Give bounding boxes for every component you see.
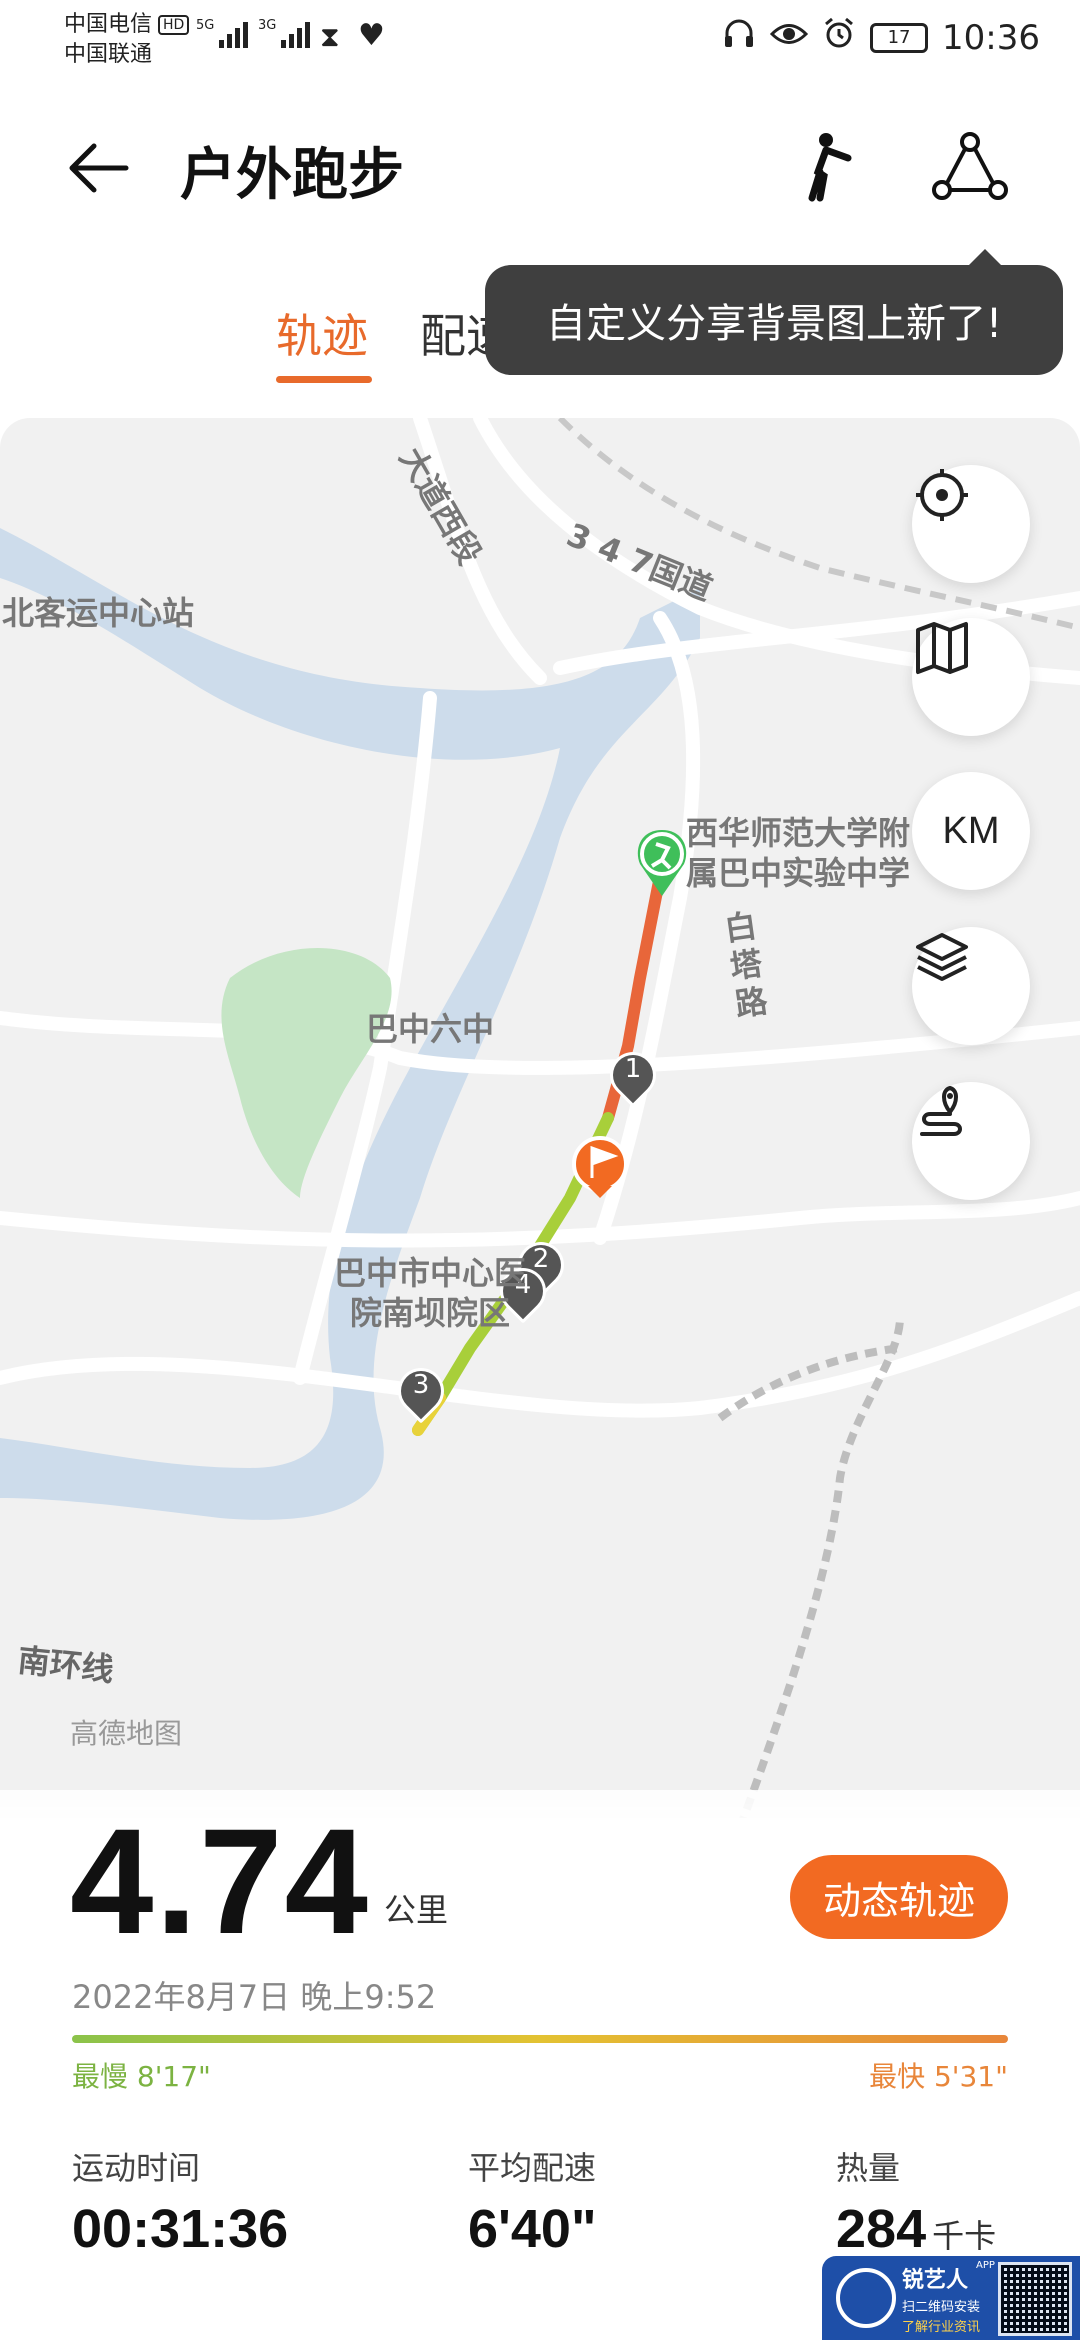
back-button[interactable] [64,138,144,198]
tab-active-indicator [276,376,372,383]
fastest-pace: 最快 5'31" [869,2060,1008,2093]
calories-label: 热量 [836,2149,901,2187]
signal-5g-icon: 5G [196,18,249,48]
headphone-icon [722,16,756,59]
route-button[interactable] [912,1082,1030,1200]
locate-button[interactable] [912,465,1030,583]
status-bar: 中国电信 HD 中国联通 5G 3G ⧗ ♥ 17 10:36 [0,0,1080,90]
hourglass-icon: ⧗ [320,20,340,53]
runner-pose-icon [808,133,852,202]
watermark-line2: 了解行业资讯 [902,2320,981,2335]
share-button[interactable] [930,128,1010,208]
clock: 10:36 [942,17,1040,58]
share-icon [932,132,1008,200]
new-feature-tooltip[interactable]: 自定义分享背景图上新了! [485,249,1063,375]
duration-value: 00:31:36 [72,2198,288,2260]
pace-gradient-bar [72,2035,1008,2043]
map-view[interactable]: 1 2 4 3 大道西段 3 4 7国道 北客运中心站 西华师范大学附 属巴中实… [0,418,1080,1818]
watermark-badge[interactable]: 锐艺人 APP 扫二维码安装 了解行业资讯 [822,2256,1080,2340]
qr-code-icon [998,2262,1072,2336]
km-button[interactable]: KM [912,772,1030,890]
map-label-nanhuan: 南环线 [16,1641,116,1689]
carrier-1: 中国电信 [64,12,153,37]
map-type-button[interactable] [912,618,1030,736]
tab-track[interactable]: 轨迹 [276,300,368,366]
map-icon [916,622,968,674]
page-title: 户外跑步 [180,143,404,208]
slowest-pace: 最慢 8'17" [72,2060,211,2093]
carrier-2: 中国联通 [64,42,153,67]
dynamic-track-button[interactable]: 动态轨迹 [790,1855,1008,1939]
map-label-hospital-2: 院南坝院区 [350,1294,511,1332]
arrow-left-icon [69,143,129,193]
avg-pace-label: 平均配速 [468,2149,597,2187]
status-right: 17 10:36 [722,16,1040,59]
map-provider-label: 高德地图 [70,1717,183,1750]
alarm-icon [822,16,856,59]
km-marker-1-label: 1 [624,1054,642,1084]
duration-label: 运动时间 [72,2149,201,2187]
km-marker-3-label: 3 [412,1370,430,1400]
pose-button[interactable] [790,128,870,208]
app-header: 户外跑步 [0,100,1080,230]
watermark-line1: 扫二维码安装 [902,2300,981,2315]
workout-datetime: 2022年8月7日 晚上9:52 [72,1978,437,2016]
map-label-bazhong6: 巴中六中 [366,1010,495,1048]
avg-pace-number: 6'40" [468,2199,597,2259]
battery-icon: 17 [870,22,929,53]
carrier-info: 中国电信 HD 中国联通 [64,10,190,70]
hd-badge: HD [158,15,190,35]
duration-number: 00:31:36 [72,2199,289,2259]
distance-value: 4.74 [70,1797,370,1965]
map-label-station: 北客运中心站 [2,594,195,632]
distance-unit: 公里 [384,1891,449,1929]
watermark-name: 锐艺人 [902,2268,969,2293]
signal-3g-icon: 3G [258,18,311,48]
network-3g-label: 3G [258,18,277,33]
eye-icon [769,18,809,58]
watermark-logo-icon [836,2268,896,2328]
calories-value: 284 千卡 [836,2198,996,2260]
layers-button[interactable] [912,927,1030,1045]
route-pin-icon [920,1085,962,1136]
locate-icon [916,469,968,521]
health-heart-icon: ♥ [358,18,385,53]
watermark-app: APP [976,2260,995,2271]
calories-number: 284 [836,2199,927,2259]
calories-unit: 千卡 [932,2217,997,2255]
network-5g-label: 5G [196,18,215,33]
km-label: KM [942,809,1000,852]
avg-pace-value: 6'40" [468,2198,597,2260]
map-label-school-2: 属巴中实验中学 [686,854,911,892]
layers-icon [916,933,968,981]
